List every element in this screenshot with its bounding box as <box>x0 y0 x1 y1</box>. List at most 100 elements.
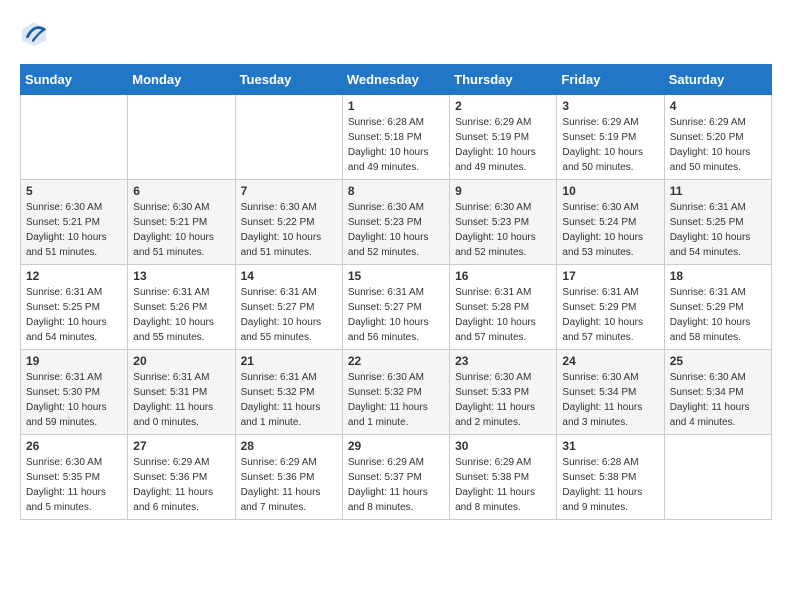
day-number: 19 <box>26 354 122 368</box>
calendar-cell: 16 Sunrise: 6:31 AM Sunset: 5:28 PM Dayli… <box>450 265 557 350</box>
calendar-cell: 3 Sunrise: 6:29 AM Sunset: 5:19 PM Daylig… <box>557 95 664 180</box>
day-info: Sunrise: 6:30 AM Sunset: 5:34 PM Dayligh… <box>562 370 658 430</box>
calendar-cell: 1 Sunrise: 6:28 AM Sunset: 5:18 PM Daylig… <box>342 95 449 180</box>
day-number: 8 <box>348 184 444 198</box>
weekday-header-row: SundayMondayTuesdayWednesdayThursdayFrid… <box>21 65 772 95</box>
calendar-cell: 29 Sunrise: 6:29 AM Sunset: 5:37 PM Dayli… <box>342 435 449 520</box>
calendar-cell: 6 Sunrise: 6:30 AM Sunset: 5:21 PM Daylig… <box>128 180 235 265</box>
day-number: 24 <box>562 354 658 368</box>
day-info: Sunrise: 6:30 AM Sunset: 5:32 PM Dayligh… <box>348 370 444 430</box>
calendar-cell: 22 Sunrise: 6:30 AM Sunset: 5:32 PM Dayli… <box>342 350 449 435</box>
calendar-cell: 23 Sunrise: 6:30 AM Sunset: 5:33 PM Dayli… <box>450 350 557 435</box>
logo-icon <box>20 20 48 48</box>
day-info: Sunrise: 6:31 AM Sunset: 5:30 PM Dayligh… <box>26 370 122 430</box>
calendar-cell: 14Sunrise: 6:31 AM Sunset: 5:27 PM Dayli… <box>235 265 342 350</box>
calendar-cell: 8Sunrise: 6:30 AM Sunset: 5:23 PM Daylig… <box>342 180 449 265</box>
day-number: 26 <box>26 439 122 453</box>
day-info: Sunrise: 6:30 AM Sunset: 5:35 PM Dayligh… <box>26 455 122 515</box>
calendar-cell: 27 Sunrise: 6:29 AM Sunset: 5:36 PM Dayli… <box>128 435 235 520</box>
week-row-4: 19 Sunrise: 6:31 AM Sunset: 5:30 PM Dayli… <box>21 350 772 435</box>
day-info: Sunrise: 6:29 AM Sunset: 5:36 PM Dayligh… <box>241 455 337 515</box>
day-number: 23 <box>455 354 551 368</box>
weekday-header-monday: Monday <box>128 65 235 95</box>
calendar-cell: 11Sunrise: 6:31 AM Sunset: 5:25 PM Dayli… <box>664 180 771 265</box>
calendar-cell: 2 Sunrise: 6:29 AM Sunset: 5:19 PM Daylig… <box>450 95 557 180</box>
calendar-cell: 17 Sunrise: 6:31 AM Sunset: 5:29 PM Dayli… <box>557 265 664 350</box>
calendar-cell: 7 Sunrise: 6:30 AM Sunset: 5:22 PM Daylig… <box>235 180 342 265</box>
day-info: Sunrise: 6:31 AM Sunset: 5:31 PM Dayligh… <box>133 370 229 430</box>
weekday-header-wednesday: Wednesday <box>342 65 449 95</box>
day-number: 21 <box>241 354 337 368</box>
calendar-cell: 4 Sunrise: 6:29 AM Sunset: 5:20 PM Daylig… <box>664 95 771 180</box>
day-number: 4 <box>670 99 766 113</box>
day-number: 7 <box>241 184 337 198</box>
day-info: Sunrise: 6:31 AM Sunset: 5:25 PM Dayligh… <box>670 200 766 260</box>
day-info: Sunrise: 6:29 AM Sunset: 5:19 PM Dayligh… <box>562 115 658 175</box>
calendar-cell: 10 Sunrise: 6:30 AM Sunset: 5:24 PM Dayli… <box>557 180 664 265</box>
day-number: 6 <box>133 184 229 198</box>
day-info: Sunrise: 6:31 AM Sunset: 5:28 PM Dayligh… <box>455 285 551 345</box>
day-number: 10 <box>562 184 658 198</box>
day-info: Sunrise: 6:30 AM Sunset: 5:22 PM Dayligh… <box>241 200 337 260</box>
calendar-cell: 12 Sunrise: 6:31 AM Sunset: 5:25 PM Dayli… <box>21 265 128 350</box>
day-info: Sunrise: 6:31 AM Sunset: 5:29 PM Dayligh… <box>670 285 766 345</box>
calendar-cell: 31 Sunrise: 6:28 AM Sunset: 5:38 PM Dayli… <box>557 435 664 520</box>
day-number: 12 <box>26 269 122 283</box>
day-info: Sunrise: 6:28 AM Sunset: 5:38 PM Dayligh… <box>562 455 658 515</box>
week-row-1: 1 Sunrise: 6:28 AM Sunset: 5:18 PM Daylig… <box>21 95 772 180</box>
day-number: 15 <box>348 269 444 283</box>
calendar-cell: 15 Sunrise: 6:31 AM Sunset: 5:27 PM Dayli… <box>342 265 449 350</box>
week-row-3: 12 Sunrise: 6:31 AM Sunset: 5:25 PM Dayli… <box>21 265 772 350</box>
calendar-cell: 20Sunrise: 6:31 AM Sunset: 5:31 PM Dayli… <box>128 350 235 435</box>
day-info: Sunrise: 6:30 AM Sunset: 5:23 PM Dayligh… <box>455 200 551 260</box>
weekday-header-saturday: Saturday <box>664 65 771 95</box>
calendar-table: SundayMondayTuesdayWednesdayThursdayFrid… <box>20 64 772 520</box>
day-number: 9 <box>455 184 551 198</box>
day-info: Sunrise: 6:31 AM Sunset: 5:25 PM Dayligh… <box>26 285 122 345</box>
day-number: 29 <box>348 439 444 453</box>
day-info: Sunrise: 6:29 AM Sunset: 5:38 PM Dayligh… <box>455 455 551 515</box>
day-info: Sunrise: 6:31 AM Sunset: 5:32 PM Dayligh… <box>241 370 337 430</box>
calendar-cell: 24 Sunrise: 6:30 AM Sunset: 5:34 PM Dayli… <box>557 350 664 435</box>
day-number: 22 <box>348 354 444 368</box>
day-number: 27 <box>133 439 229 453</box>
day-info: Sunrise: 6:31 AM Sunset: 5:26 PM Dayligh… <box>133 285 229 345</box>
day-number: 1 <box>348 99 444 113</box>
calendar-cell <box>128 95 235 180</box>
day-number: 13 <box>133 269 229 283</box>
day-info: Sunrise: 6:29 AM Sunset: 5:20 PM Dayligh… <box>670 115 766 175</box>
day-info: Sunrise: 6:30 AM Sunset: 5:21 PM Dayligh… <box>133 200 229 260</box>
day-info: Sunrise: 6:30 AM Sunset: 5:33 PM Dayligh… <box>455 370 551 430</box>
calendar-cell: 26 Sunrise: 6:30 AM Sunset: 5:35 PM Dayli… <box>21 435 128 520</box>
page-header <box>20 20 772 48</box>
calendar-cell: 19 Sunrise: 6:31 AM Sunset: 5:30 PM Dayli… <box>21 350 128 435</box>
day-info: Sunrise: 6:28 AM Sunset: 5:18 PM Dayligh… <box>348 115 444 175</box>
calendar-cell: 28 Sunrise: 6:29 AM Sunset: 5:36 PM Dayli… <box>235 435 342 520</box>
calendar-cell: 21 Sunrise: 6:31 AM Sunset: 5:32 PM Dayli… <box>235 350 342 435</box>
week-row-5: 26 Sunrise: 6:30 AM Sunset: 5:35 PM Dayli… <box>21 435 772 520</box>
day-info: Sunrise: 6:31 AM Sunset: 5:29 PM Dayligh… <box>562 285 658 345</box>
day-number: 31 <box>562 439 658 453</box>
day-info: Sunrise: 6:29 AM Sunset: 5:37 PM Dayligh… <box>348 455 444 515</box>
day-number: 17 <box>562 269 658 283</box>
day-info: Sunrise: 6:30 AM Sunset: 5:21 PM Dayligh… <box>26 200 122 260</box>
calendar-cell: 25 Sunrise: 6:30 AM Sunset: 5:34 PM Dayli… <box>664 350 771 435</box>
day-info: Sunrise: 6:29 AM Sunset: 5:19 PM Dayligh… <box>455 115 551 175</box>
day-number: 16 <box>455 269 551 283</box>
weekday-header-friday: Friday <box>557 65 664 95</box>
day-info: Sunrise: 6:30 AM Sunset: 5:24 PM Dayligh… <box>562 200 658 260</box>
day-info: Sunrise: 6:31 AM Sunset: 5:27 PM Dayligh… <box>241 285 337 345</box>
calendar-cell: 9 Sunrise: 6:30 AM Sunset: 5:23 PM Daylig… <box>450 180 557 265</box>
day-info: Sunrise: 6:30 AM Sunset: 5:34 PM Dayligh… <box>670 370 766 430</box>
calendar-cell <box>21 95 128 180</box>
calendar-cell: 30Sunrise: 6:29 AM Sunset: 5:38 PM Dayli… <box>450 435 557 520</box>
logo <box>20 20 50 48</box>
day-info: Sunrise: 6:29 AM Sunset: 5:36 PM Dayligh… <box>133 455 229 515</box>
day-number: 18 <box>670 269 766 283</box>
day-number: 28 <box>241 439 337 453</box>
day-number: 3 <box>562 99 658 113</box>
day-number: 2 <box>455 99 551 113</box>
weekday-header-thursday: Thursday <box>450 65 557 95</box>
day-info: Sunrise: 6:31 AM Sunset: 5:27 PM Dayligh… <box>348 285 444 345</box>
day-number: 25 <box>670 354 766 368</box>
